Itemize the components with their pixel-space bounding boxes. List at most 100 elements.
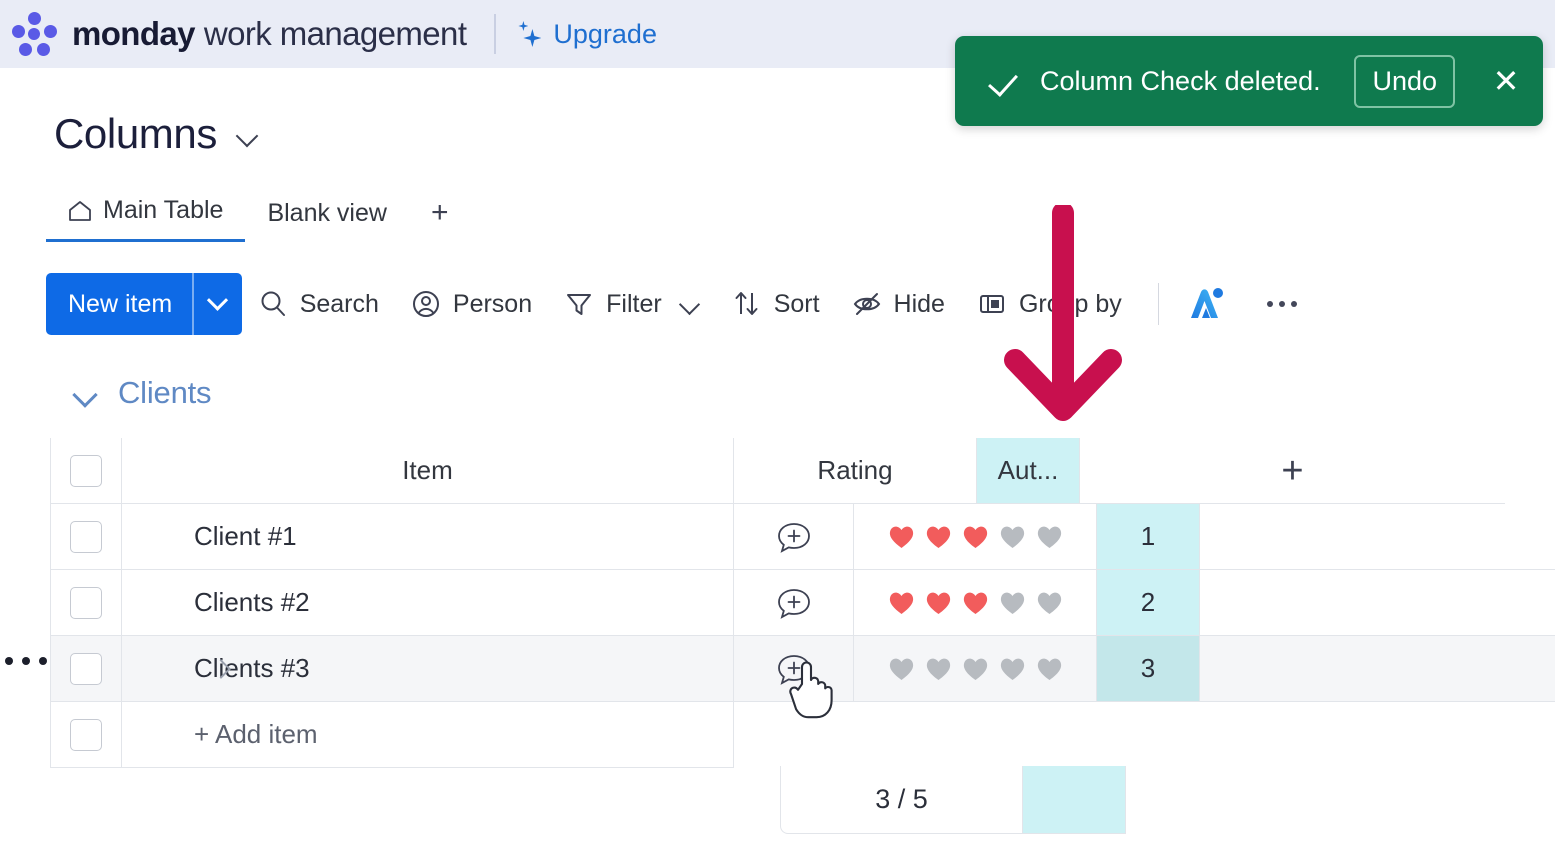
person-icon: [411, 289, 441, 319]
board-table: Item Rating Aut... + Client #1 1 Clients…: [50, 438, 1555, 834]
row-checkbox[interactable]: [70, 586, 102, 619]
check-icon: [989, 64, 1023, 98]
undo-button[interactable]: Undo: [1354, 54, 1455, 108]
add-item-row[interactable]: + Add item: [50, 702, 1555, 768]
tab-blank-view[interactable]: Blank view: [245, 199, 409, 242]
heart-icon-filled[interactable]: [887, 523, 916, 550]
heart-icon-filled[interactable]: [961, 589, 990, 616]
add-update-icon[interactable]: [774, 649, 814, 689]
add-view-button[interactable]: +: [409, 198, 471, 242]
heart-icon-empty[interactable]: [961, 655, 990, 682]
select-all-cell: [50, 438, 122, 504]
row-checkbox[interactable]: [70, 652, 102, 685]
heart-icon-filled[interactable]: [961, 523, 990, 550]
toast-notification: Column Check deleted. Undo ✕: [955, 36, 1543, 126]
hide-eye-icon: [852, 289, 882, 319]
table-row[interactable]: Clients #3 3: [50, 636, 1555, 702]
group-by-button[interactable]: Group by: [961, 278, 1138, 330]
table-row[interactable]: Client #1 1: [50, 504, 1555, 570]
table-row[interactable]: Clients #2 2: [50, 570, 1555, 636]
view-tabs: Main Table Blank view +: [46, 186, 470, 242]
table-header-row: Item Rating Aut... +: [50, 438, 1555, 504]
rating-hearts[interactable]: [887, 523, 1064, 550]
rating-hearts[interactable]: [887, 655, 1064, 682]
drag-dots-icon[interactable]: [5, 657, 47, 665]
row-conversation-cell[interactable]: [734, 570, 854, 636]
filter-button[interactable]: Filter: [548, 278, 716, 330]
row-rating-cell[interactable]: [854, 570, 1097, 636]
topbar-divider: [494, 14, 497, 54]
heart-icon-empty[interactable]: [998, 655, 1027, 682]
row-item-cell[interactable]: Client #1: [122, 504, 734, 570]
filter-icon: [564, 289, 594, 319]
add-update-icon[interactable]: [774, 583, 814, 623]
row-conversation-cell[interactable]: [734, 636, 854, 702]
aut-summary-cell[interactable]: [1023, 766, 1126, 834]
hide-button[interactable]: Hide: [836, 278, 961, 330]
column-header-aut-label: Aut...: [997, 455, 1059, 485]
add-update-icon[interactable]: [774, 517, 814, 557]
heart-icon-empty[interactable]: [1035, 655, 1064, 682]
brand-title: monday work management: [72, 15, 467, 53]
group-header: Clients: [74, 375, 212, 411]
sort-button[interactable]: Sort: [716, 278, 836, 330]
chevron-down-icon[interactable]: [74, 386, 98, 400]
row-aut-cell[interactable]: 1: [1097, 504, 1200, 570]
heart-icon-empty[interactable]: [1035, 523, 1064, 550]
more-options-icon[interactable]: [1249, 301, 1315, 307]
row-select-cell: [50, 504, 122, 570]
filter-label: Filter: [606, 289, 662, 318]
row-select-cell: [50, 570, 122, 636]
brand-product: work management: [203, 15, 467, 52]
row-item-cell[interactable]: Clients #2: [122, 570, 734, 636]
tab-main-table[interactable]: Main Table: [46, 196, 246, 242]
select-all-checkbox[interactable]: [70, 454, 102, 487]
monday-ai-icon[interactable]: [1185, 284, 1227, 324]
row-aut-cell[interactable]: 2: [1097, 570, 1200, 636]
heart-icon-empty[interactable]: [887, 655, 916, 682]
toolbar-divider: [1157, 283, 1160, 325]
heart-icon-empty[interactable]: [924, 655, 953, 682]
close-icon[interactable]: ✕: [1491, 65, 1521, 97]
row-checkbox[interactable]: [70, 520, 102, 553]
group-by-icon: [977, 289, 1007, 319]
new-item-label: New item: [68, 289, 173, 318]
add-item-cell[interactable]: + Add item: [122, 702, 734, 768]
add-item-label: + Add item: [194, 719, 318, 749]
row-empty-cell: [1200, 504, 1555, 570]
add-item-select-cell: [50, 702, 122, 768]
column-header-aut[interactable]: Aut...: [977, 438, 1080, 504]
search-button[interactable]: Search: [242, 278, 395, 330]
heart-icon-empty[interactable]: [998, 523, 1027, 550]
row-conversation-cell[interactable]: [734, 504, 854, 570]
rating-hearts[interactable]: [887, 589, 1064, 616]
column-header-item[interactable]: Item: [122, 438, 734, 504]
column-header-item-label: Item: [402, 455, 453, 485]
add-item-checkbox[interactable]: [70, 718, 102, 751]
rating-summary-value: 3 / 5: [875, 784, 928, 814]
page-title: Columns: [54, 110, 217, 157]
rating-summary-cell[interactable]: 3 / 5: [780, 766, 1023, 834]
sort-icon: [732, 289, 762, 319]
group-name: Clients: [118, 375, 212, 410]
chevron-down-icon[interactable]: [680, 294, 700, 314]
heart-icon-filled[interactable]: [887, 589, 916, 616]
app-root: monday work management Upgrade Column Ch…: [0, 0, 1555, 867]
new-item-button[interactable]: New item: [46, 273, 242, 335]
row-item-cell[interactable]: Clients #3: [122, 636, 734, 702]
monday-dots-logo: [8, 10, 62, 58]
column-header-rating[interactable]: Rating: [734, 438, 977, 504]
upgrade-link[interactable]: Upgrade: [518, 19, 657, 50]
row-rating-cell[interactable]: [854, 636, 1097, 702]
row-aut-value: 2: [1140, 587, 1156, 617]
chevron-down-icon[interactable]: [194, 273, 242, 335]
row-aut-cell[interactable]: 3: [1097, 636, 1200, 702]
row-rating-cell[interactable]: [854, 504, 1097, 570]
heart-icon-empty[interactable]: [998, 589, 1027, 616]
person-button[interactable]: Person: [395, 278, 548, 330]
heart-icon-filled[interactable]: [924, 523, 953, 550]
heart-icon-filled[interactable]: [924, 589, 953, 616]
add-column-button[interactable]: +: [1281, 452, 1303, 490]
heart-icon-empty[interactable]: [1035, 589, 1064, 616]
chevron-down-icon[interactable]: [237, 128, 259, 140]
